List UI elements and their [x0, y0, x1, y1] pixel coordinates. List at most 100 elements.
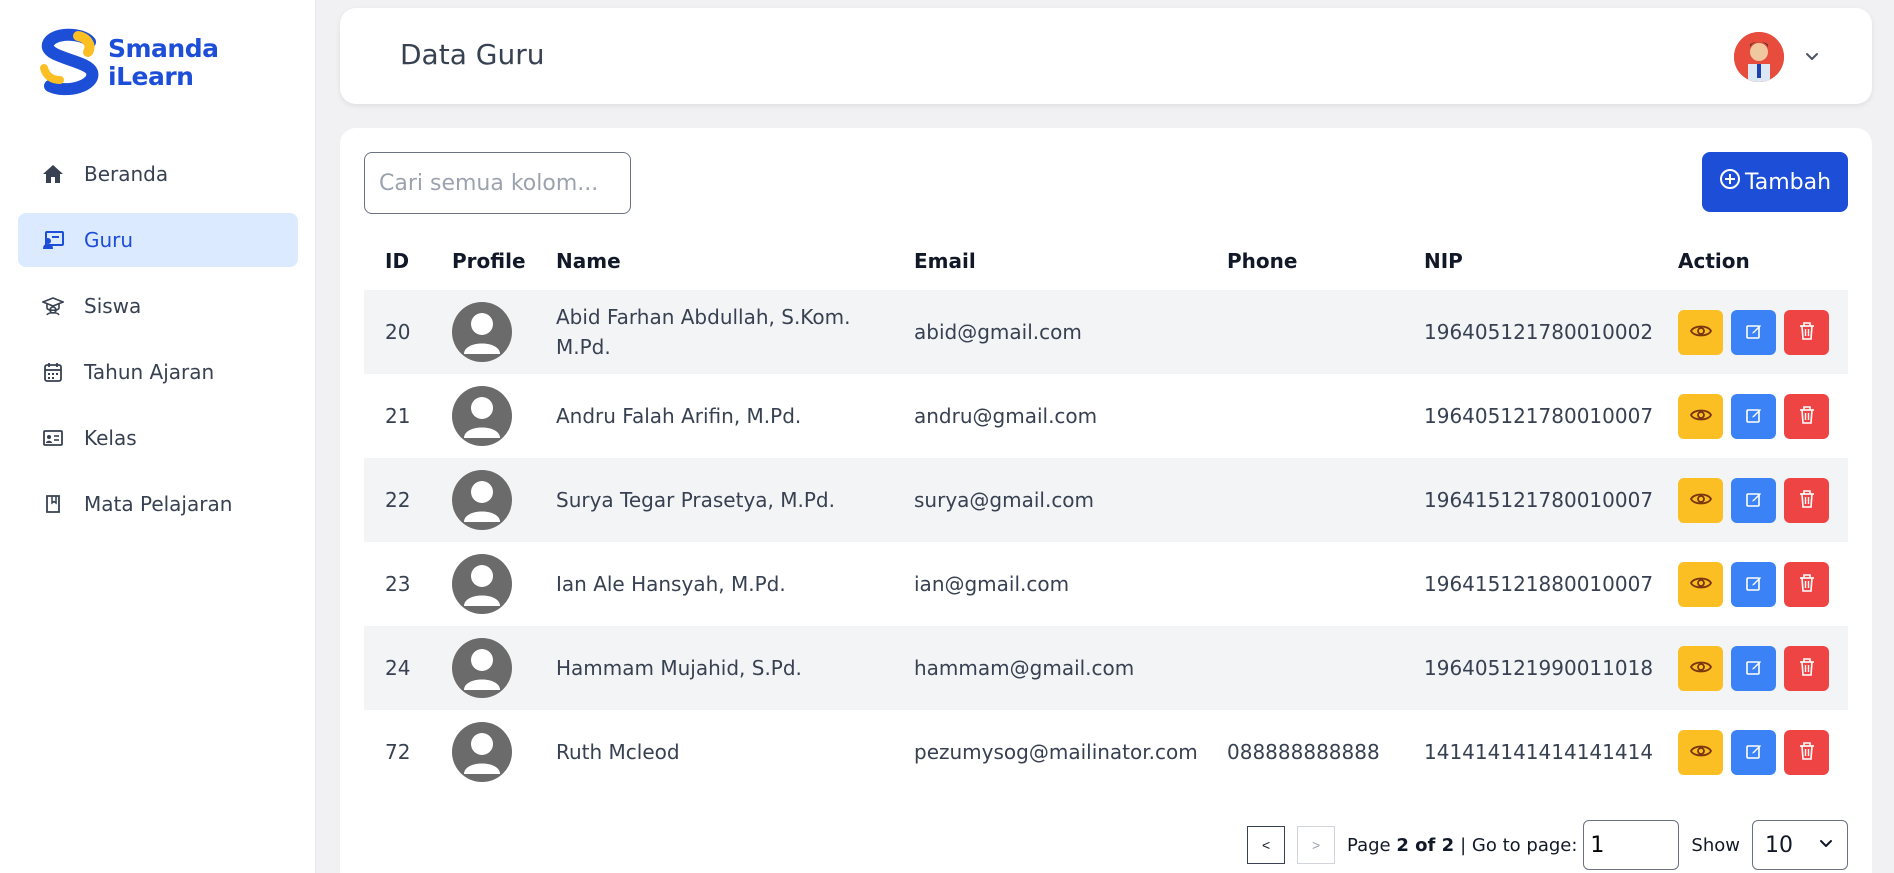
sidebar-item-label: Kelas [84, 426, 137, 450]
cell-phone [1206, 374, 1403, 458]
plus-circle-icon [1719, 168, 1741, 196]
column-header-action: Action [1678, 249, 1750, 273]
edit-icon [1745, 322, 1763, 343]
cell-profile [431, 458, 535, 542]
cell-actions [1657, 710, 1848, 794]
eye-icon [1689, 575, 1712, 594]
page-title: Data Guru [400, 38, 545, 71]
search-input[interactable] [364, 152, 631, 214]
page-size-select[interactable]: 10 [1752, 820, 1848, 870]
edit-button[interactable] [1731, 645, 1776, 691]
row-actions [1678, 645, 1848, 691]
view-button[interactable] [1678, 729, 1723, 775]
sidebar-item-beranda[interactable]: Beranda [18, 147, 298, 201]
cell-id: 21 [385, 404, 411, 428]
trash-icon [1798, 405, 1816, 428]
delete-button[interactable] [1784, 561, 1829, 607]
profile-placeholder-icon [452, 554, 512, 614]
cell-actions [1657, 626, 1848, 710]
sidebar-item-mata-pelajaran[interactable]: Mata Pelajaran [18, 477, 298, 531]
next-page-button[interactable]: > [1297, 826, 1336, 864]
view-button[interactable] [1678, 393, 1723, 439]
calendar-icon [42, 361, 64, 383]
view-button[interactable] [1678, 309, 1723, 355]
cell-email: hammam@gmail.com [893, 626, 1206, 710]
column-header-phone[interactable]: Phone [1206, 232, 1403, 290]
cell-phone [1206, 458, 1403, 542]
column-header-email[interactable]: Email [893, 232, 1206, 290]
cell-actions [1657, 374, 1848, 458]
sidebar-item-label: Guru [84, 228, 134, 252]
cell-nip: 196415121880010007 [1424, 572, 1654, 596]
cell-id: 23 [385, 572, 411, 596]
sidebar-item-siswa[interactable]: Siswa [18, 279, 298, 333]
chevron-down-icon [1817, 833, 1835, 858]
page-current: 2 of 2 [1396, 834, 1455, 856]
table-row: 22 Surya Tegar Prasetya, M.Pd. surya@gmail… [364, 458, 1848, 542]
sidebar: Smanda iLearn Beranda Guru Siswa Tahun A… [0, 0, 316, 873]
cell-name: Abid Farhan Abdullah, S.Kom. M.Pd. [535, 290, 893, 374]
edit-icon [1745, 574, 1763, 595]
classroom-icon [42, 427, 64, 449]
app-logo[interactable]: Smanda iLearn [38, 28, 219, 98]
cell-id: 22 [364, 458, 431, 542]
edit-icon [1745, 406, 1763, 427]
chevron-down-icon[interactable] [1802, 46, 1822, 66]
user-avatar[interactable] [1734, 32, 1784, 82]
cell-phone: 088888888888 [1227, 740, 1380, 764]
delete-button[interactable] [1784, 393, 1829, 439]
column-header-name[interactable]: Name [535, 232, 893, 290]
profile-placeholder-icon [452, 386, 512, 446]
prev-page-button[interactable]: < [1247, 826, 1286, 864]
delete-button[interactable] [1784, 645, 1829, 691]
trash-icon [1798, 657, 1816, 680]
cell-nip: 141414141414141414 [1424, 740, 1654, 764]
cell-email: pezumysog@mailinator.com [914, 740, 1198, 764]
sidebar-item-label: Mata Pelajaran [84, 492, 233, 516]
logo-line2: iLearn [108, 62, 194, 91]
cell-phone [1206, 542, 1403, 626]
delete-button[interactable] [1784, 729, 1829, 775]
column-header-nip[interactable]: NIP [1403, 232, 1657, 290]
goto-label: | Go to page: [1460, 834, 1578, 856]
sidebar-item-guru[interactable]: Guru [18, 213, 298, 267]
cell-profile [431, 542, 535, 626]
eye-icon [1689, 323, 1712, 342]
view-button[interactable] [1678, 645, 1723, 691]
delete-button[interactable] [1784, 309, 1829, 355]
add-button[interactable]: Tambah [1702, 152, 1848, 212]
book-icon [42, 493, 64, 515]
profile-placeholder-icon [452, 302, 512, 362]
cell-email: abid@gmail.com [893, 290, 1206, 374]
edit-button[interactable] [1731, 729, 1776, 775]
edit-icon [1745, 658, 1763, 679]
edit-button[interactable] [1731, 561, 1776, 607]
table-row: 72 Ruth Mcleod pezumysog@mailinator.com 088… [364, 710, 1848, 794]
trash-icon [1798, 321, 1816, 344]
sidebar-item-tahun-ajaran[interactable]: Tahun Ajaran [18, 345, 298, 399]
edit-button[interactable] [1731, 309, 1776, 355]
cell-name: Hammam Mujahid, S.Pd. [535, 626, 893, 710]
main-card: Tambah ID Profile Name Email Phone NIP A… [340, 128, 1872, 873]
row-actions [1678, 729, 1848, 775]
table-row: 23 Ian Ale Hansyah, M.Pd. ian@gmail.com 196… [364, 542, 1848, 626]
goto-page-input[interactable] [1583, 820, 1680, 870]
eye-icon [1689, 659, 1712, 678]
add-button-label: Tambah [1744, 169, 1832, 195]
column-header-profile[interactable]: Profile [431, 232, 535, 290]
edit-button[interactable] [1731, 477, 1776, 523]
column-header-id[interactable]: ID [364, 232, 431, 290]
cell-email: andru@gmail.com [914, 404, 1098, 428]
cell-name: Surya Tegar Prasetya, M.Pd. [535, 458, 893, 542]
delete-button[interactable] [1784, 477, 1829, 523]
row-actions [1678, 393, 1848, 439]
sidebar-item-label: Beranda [84, 162, 169, 186]
sidebar-item-kelas[interactable]: Kelas [18, 411, 298, 465]
cell-email: surya@gmail.com [893, 458, 1206, 542]
table-row: 24 Hammam Mujahid, S.Pd. hammam@gmail.com 1… [364, 626, 1848, 710]
eye-icon [1689, 743, 1712, 762]
view-button[interactable] [1678, 561, 1723, 607]
cell-name: Ruth Mcleod [556, 740, 680, 764]
view-button[interactable] [1678, 477, 1723, 523]
edit-button[interactable] [1731, 393, 1776, 439]
